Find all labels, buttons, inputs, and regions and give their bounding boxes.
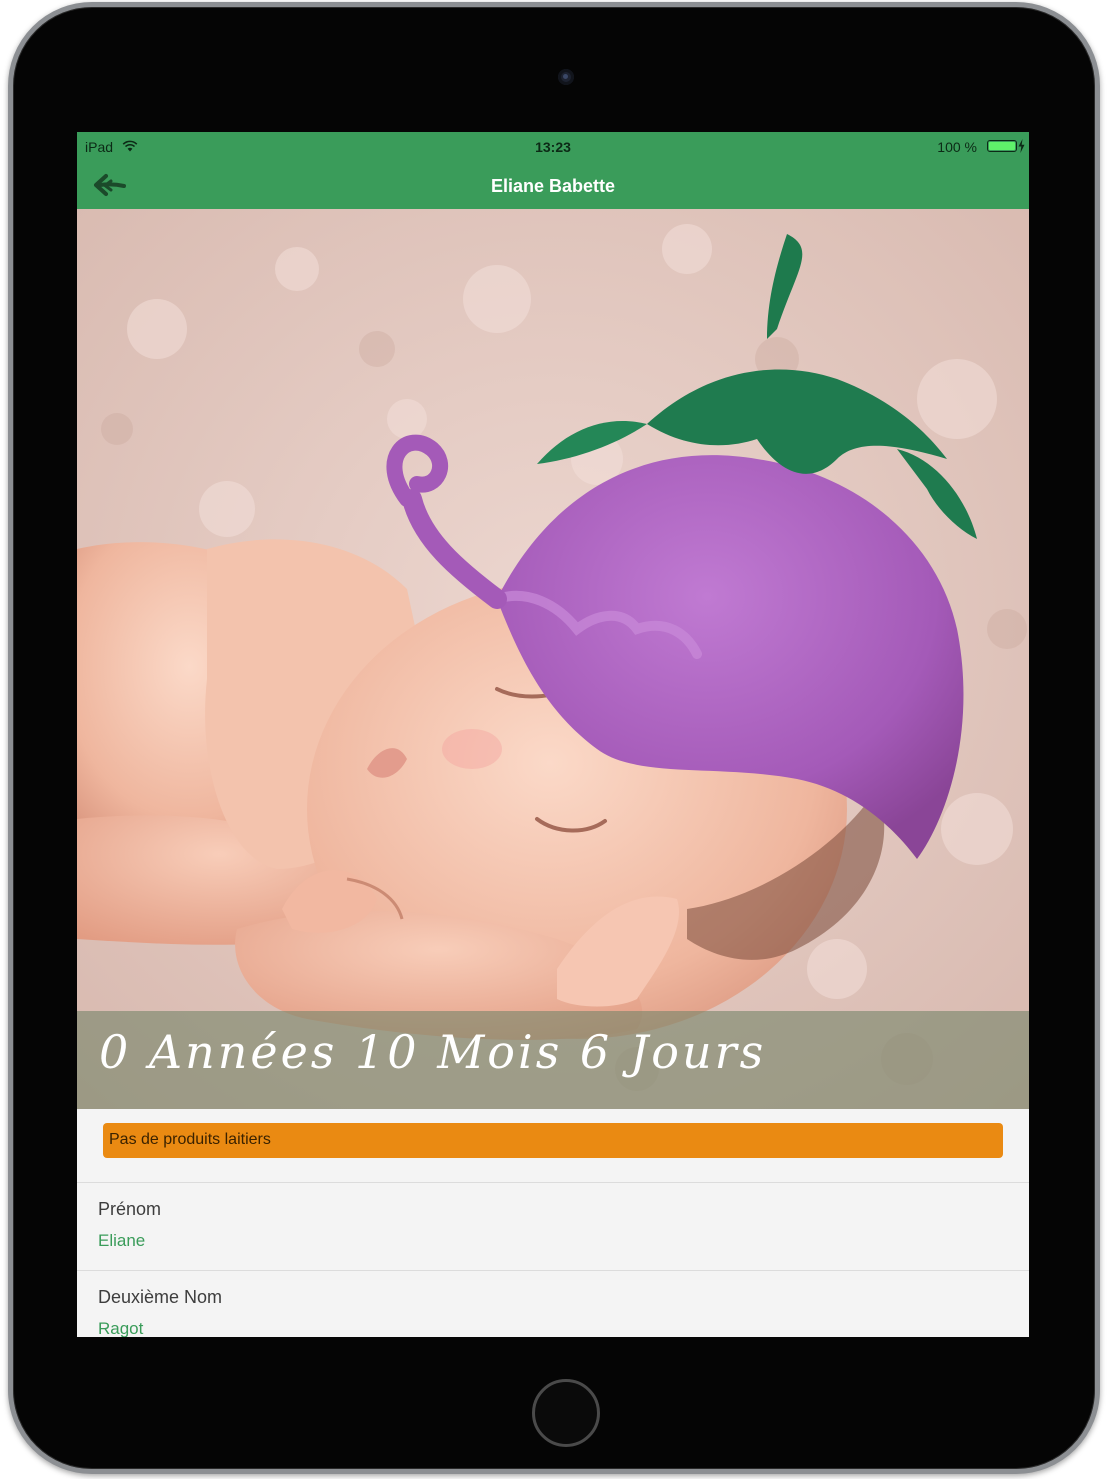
- status-time: 13:23: [535, 139, 571, 155]
- battery-fill: [989, 142, 1015, 150]
- profile-details: Pas de produits laitiers Prénom Eliane D…: [77, 1109, 1029, 1337]
- page-title: Eliane Babette: [490, 176, 616, 196]
- app-screen: iPad 13:23 100 % Eliane Babette 0 Années…: [77, 132, 1029, 1337]
- front-camera: [558, 69, 574, 85]
- field-value: Ragot: [98, 1319, 144, 1337]
- dietary-alert-badge: Pas de produits laitiers: [103, 1123, 1003, 1158]
- battery-icon: [987, 140, 1017, 152]
- battery-percentage: 100 %: [937, 139, 977, 155]
- field-label: Deuxième Nom: [98, 1287, 223, 1307]
- charging-bolt-icon: [1018, 139, 1025, 153]
- age-text: 0 Années 10 Mois 6 Jours: [99, 1025, 767, 1079]
- sleeping-baby-photo: [77, 209, 1029, 1109]
- dietary-alert-row: Pas de produits laitiers: [77, 1109, 1029, 1183]
- field-value: Eliane: [98, 1231, 146, 1250]
- field-row-first-name[interactable]: Prénom Eliane: [77, 1183, 1029, 1271]
- home-button[interactable]: [532, 1379, 600, 1447]
- child-photo: 0 Années 10 Mois 6 Jours: [77, 209, 1029, 1109]
- navigation-bar: Eliane Babette: [77, 161, 1029, 209]
- age-banner: 0 Années 10 Mois 6 Jours: [77, 1011, 1029, 1109]
- field-row-second-name[interactable]: Deuxième Nom Ragot: [77, 1271, 1029, 1337]
- field-label: Prénom: [98, 1199, 162, 1219]
- status-bar: iPad 13:23 100 %: [77, 132, 1029, 161]
